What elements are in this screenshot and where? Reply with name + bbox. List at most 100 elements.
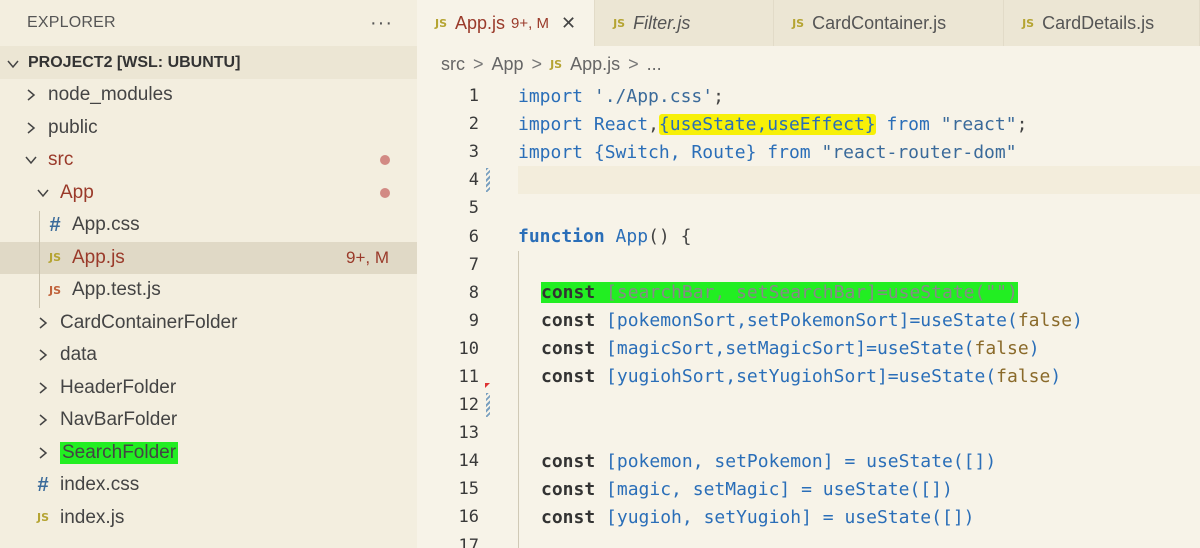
line-number: 17 bbox=[458, 535, 479, 548]
breadcrumb-separator: > bbox=[531, 53, 543, 74]
line-number: 10 bbox=[458, 338, 479, 359]
breadcrumb-symbols[interactable]: ... bbox=[647, 54, 662, 75]
code-text: const [magicSort,setMagicSort]=useState(… bbox=[541, 338, 1040, 360]
js-file-icon: JS bbox=[48, 283, 61, 297]
breadcrumb-app[interactable]: App bbox=[492, 54, 524, 75]
chevron-down-icon bbox=[22, 149, 40, 171]
code-line: 14 const [pokemon, setPokemon] = useStat… bbox=[417, 447, 1200, 475]
tab-label: Filter.js bbox=[633, 12, 691, 33]
tree-label: NavBarFolder bbox=[60, 409, 178, 431]
tab-cardcontainer-js[interactable]: JS CardContainer.js bbox=[774, 0, 1005, 46]
code-text: import {Switch, Route} from "react-route… bbox=[518, 141, 1017, 163]
code-line: 13 bbox=[417, 419, 1200, 447]
js-file-icon: JS bbox=[792, 16, 805, 30]
js-file-icon: JS bbox=[435, 16, 448, 30]
tree-folder-src[interactable]: src bbox=[0, 144, 417, 177]
code-text: const [magic, setMagic] = useState([]) bbox=[541, 478, 953, 500]
code-editor[interactable]: 1 import './App.css'; 2 import React,{us… bbox=[417, 82, 1200, 548]
tree-folder-headerfolder[interactable]: HeaderFolder bbox=[0, 372, 417, 405]
line-number: 7 bbox=[468, 254, 479, 275]
breadcrumb: src > App > JS App.js > ... bbox=[417, 46, 1200, 82]
line-number: 14 bbox=[458, 451, 479, 472]
line-number: 1 bbox=[468, 86, 479, 107]
explorer-title: EXPLORER bbox=[27, 14, 116, 31]
code-line: 15 const [magic, setMagic] = useState([]… bbox=[417, 475, 1200, 503]
breadcrumb-file[interactable]: App.js bbox=[570, 54, 620, 75]
tree-label: CardContainerFolder bbox=[60, 311, 238, 333]
chevron-right-icon bbox=[22, 84, 40, 106]
code-text: const [pokemonSort,setPokemonSort]=useSt… bbox=[541, 310, 1083, 332]
chevron-down-icon bbox=[6, 54, 28, 70]
breadcrumb-src[interactable]: src bbox=[441, 54, 465, 75]
line-number: 2 bbox=[468, 114, 479, 135]
code-line: 8 const [searchBar, setSearchBar]=useSta… bbox=[417, 279, 1200, 307]
css-file-icon: # bbox=[49, 213, 61, 236]
line-number: 16 bbox=[458, 507, 479, 528]
modified-dot bbox=[380, 155, 390, 166]
tree-folder-node-modules[interactable]: node_modules bbox=[0, 79, 417, 112]
tree-folder-cardcontainerfolder[interactable]: CardContainerFolder bbox=[0, 307, 417, 340]
line-number: 8 bbox=[468, 282, 479, 303]
line-number: 4 bbox=[468, 170, 479, 191]
change-gutter-marker bbox=[486, 393, 490, 418]
tab-badge: 9+, M bbox=[511, 14, 549, 32]
highlight-yellow: {useState,useEffect} bbox=[658, 113, 876, 135]
code-text: const [yugioh, setYugioh] = useState([]) bbox=[541, 506, 975, 528]
tab-filter-js[interactable]: JS Filter.js bbox=[595, 0, 775, 46]
tree-label: SearchFolder bbox=[60, 441, 179, 464]
code-line: 5 bbox=[417, 194, 1200, 222]
tree-folder-data[interactable]: data bbox=[0, 339, 417, 372]
code-text: function App() { bbox=[518, 226, 692, 248]
tree-label: index.css bbox=[60, 474, 140, 496]
chevron-right-icon bbox=[34, 442, 52, 464]
project-name: PROJECT2 [WSL: UBUNTU] bbox=[28, 53, 241, 71]
code-line-current: 4 bbox=[417, 166, 1200, 195]
line-number: 11 bbox=[458, 366, 479, 387]
tree-folder-navbarfolder[interactable]: NavBarFolder bbox=[0, 404, 417, 437]
code-text: import './App.css'; bbox=[518, 85, 724, 107]
breadcrumb-separator: > bbox=[473, 53, 484, 74]
tree-label: App.js bbox=[72, 246, 125, 268]
code-line: 10 const [magicSort,setMagicSort]=useSta… bbox=[417, 335, 1200, 363]
line-number: 12 bbox=[458, 395, 479, 416]
editor-tabs: JS App.js 9+, M ✕ JS Filter.js JS CardCo… bbox=[417, 0, 1200, 46]
tree-file-app-css[interactable]: # App.css bbox=[0, 209, 417, 242]
tab-label: CardContainer.js bbox=[812, 12, 947, 33]
chevron-right-icon bbox=[34, 377, 52, 399]
tree-folder-searchfolder[interactable]: SearchFolder bbox=[0, 437, 417, 470]
tree-label: App bbox=[60, 181, 94, 203]
chevron-right-icon bbox=[34, 312, 52, 334]
modified-dot bbox=[380, 187, 390, 198]
current-line-highlight bbox=[518, 166, 1200, 195]
indent-guide bbox=[39, 211, 40, 308]
change-gutter-marker bbox=[486, 168, 490, 193]
tab-carddetails-js[interactable]: JS CardDetails.js bbox=[1004, 0, 1200, 46]
js-file-icon: JS bbox=[36, 511, 49, 525]
project-root[interactable]: PROJECT2 [WSL: UBUNTU] bbox=[0, 46, 417, 79]
tree-file-app-js[interactable]: JS App.js 9+, M bbox=[0, 241, 417, 274]
tree-file-index-js[interactable]: JS index.js bbox=[0, 502, 417, 535]
js-file-icon: JS bbox=[1022, 16, 1035, 30]
tree-label: src bbox=[48, 149, 74, 171]
tree-file-app-test-js[interactable]: JS App.test.js bbox=[0, 274, 417, 307]
chevron-right-icon bbox=[34, 344, 52, 366]
line-number: 6 bbox=[468, 226, 479, 247]
breadcrumb-separator: > bbox=[628, 53, 639, 74]
tree-file-index-css[interactable]: # index.css bbox=[0, 469, 417, 502]
close-icon[interactable]: ✕ bbox=[561, 13, 576, 34]
line-number: 5 bbox=[468, 198, 479, 219]
line-number: 3 bbox=[468, 142, 479, 163]
line-number: 9 bbox=[468, 310, 479, 331]
tree-folder-public[interactable]: public bbox=[0, 112, 417, 145]
code-line: 3 import {Switch, Route} from "react-rou… bbox=[417, 138, 1200, 166]
tree-label: HeaderFolder bbox=[60, 376, 177, 398]
problems-badge: 9+, M bbox=[346, 247, 389, 267]
code-line: 2 import React,{useState,useEffect} from… bbox=[417, 110, 1200, 138]
tab-app-js[interactable]: JS App.js 9+, M ✕ bbox=[417, 0, 596, 46]
css-file-icon: # bbox=[37, 473, 49, 496]
chevron-down-icon bbox=[34, 182, 52, 204]
code-line: 16 const [yugioh, setYugioh] = useState(… bbox=[417, 503, 1200, 531]
tree-folder-app[interactable]: App bbox=[0, 177, 417, 210]
more-actions-icon[interactable]: ··· bbox=[370, 12, 393, 35]
highlight-green: const [searchBar, setSearchBar]=useState… bbox=[541, 282, 1018, 304]
